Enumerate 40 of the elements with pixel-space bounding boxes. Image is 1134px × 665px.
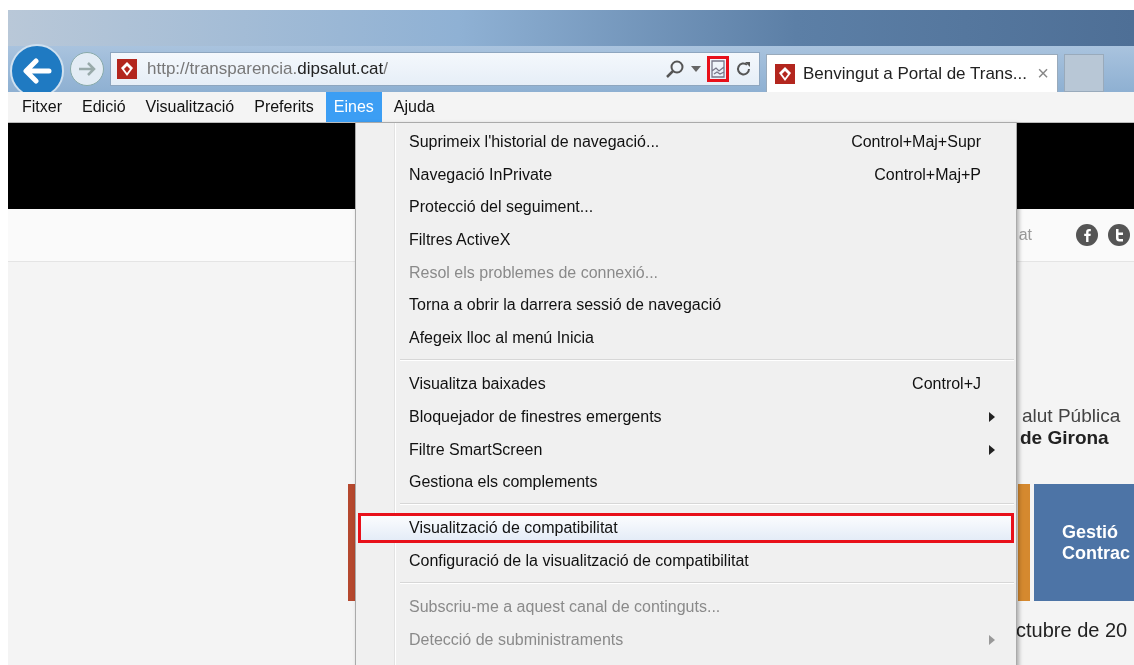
menu-bar-item[interactable]: Visualització [137,92,243,122]
site-logo-icon [775,63,795,84]
menu-item[interactable]: Navegació InPrivate Control+Maj+P [358,159,1014,190]
twitter-icon[interactable] [1108,224,1130,246]
search-icon[interactable] [665,59,685,79]
facebook-icon[interactable] [1076,224,1098,246]
menu-item[interactable]: Visualitza baixades Control+J [358,369,1014,400]
contracting-tile[interactable]: Gestió Contrac [1034,484,1134,601]
tab-title: Benvingut a Portal de Trans... [803,63,1028,84]
site-logo-icon [117,59,137,79]
compatibility-view-button[interactable] [707,56,729,82]
back-arrow-icon [22,58,52,84]
organization-name: alut Pública [1022,405,1121,427]
menu-item[interactable]: Configuració de la visualització de compatibilitat [358,545,1014,576]
url-text: http://transparencia.dipsalut.cat/ [147,59,388,79]
browser-tab[interactable]: Benvingut a Portal de Trans... × [766,54,1058,92]
organization-location: de Girona [1020,427,1109,449]
dropdown-caret-icon[interactable] [691,66,701,72]
submenu-arrow-icon [989,634,995,645]
menu-item[interactable]: Filtres ActiveX [358,225,1014,256]
menu-bar-item[interactable]: Preferits [246,92,322,122]
refresh-icon[interactable] [735,60,753,78]
menu-item[interactable]: Filtre SmartScreen [358,434,1014,465]
submenu-arrow-icon [989,444,995,455]
menu-item[interactable]: Afegeix lloc al menú Inicia [358,323,1014,354]
menu-bar-item[interactable]: Edició [74,92,134,122]
submenu-arrow-icon [989,411,995,422]
menu-item[interactable]: Suprimeix l'historial de navegació... Control+Maj+Supr [358,127,1014,157]
menu-item[interactable]: Visualització de compatibilitat [358,513,1014,544]
menu-item[interactable]: Bloquejador de finestres emergents [358,401,1014,432]
header-text: at [1018,226,1032,244]
menu-bar-item[interactable]: Fitxer [14,92,70,122]
address-bar[interactable]: http://transparencia.dipsalut.cat/ [110,52,760,86]
close-tab-button[interactable]: × [1037,62,1049,85]
menu-item[interactable]: Protecció del seguiment... [358,192,1014,223]
menu-item[interactable]: Torna a obrir la darrera sessió de navegació [358,290,1014,321]
menu-bar-item[interactable]: Ajuda [385,92,443,122]
menu-item[interactable]: Gestiona els complements [358,467,1014,498]
forward-arrow-icon [77,61,97,77]
date-text: ctubre de 20 [1016,619,1129,642]
